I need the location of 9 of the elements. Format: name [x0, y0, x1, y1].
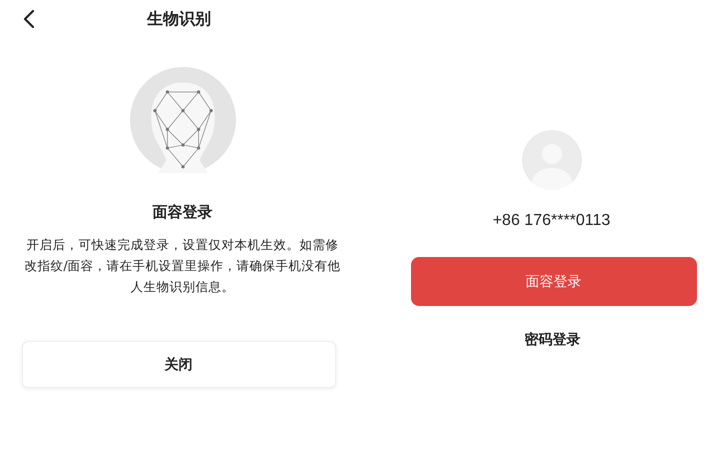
phone-number: +86 176****0113	[492, 212, 610, 230]
face-login-button[interactable]: 面容登录	[410, 257, 696, 306]
feature-description: 开启后，可快速完成登录，设置仅对本机生效。如需修改指纹/面容，请在手机设置里操作，请确保手机没有他人生物识别信息。	[24, 236, 342, 296]
back-icon[interactable]	[23, 9, 35, 29]
close-button[interactable]: 关闭	[22, 341, 336, 388]
face-id-icon	[130, 67, 236, 173]
password-login-link[interactable]: 密码登录	[524, 331, 580, 349]
page-title: 生物识别	[147, 8, 211, 30]
feature-title: 面容登录	[152, 203, 212, 222]
